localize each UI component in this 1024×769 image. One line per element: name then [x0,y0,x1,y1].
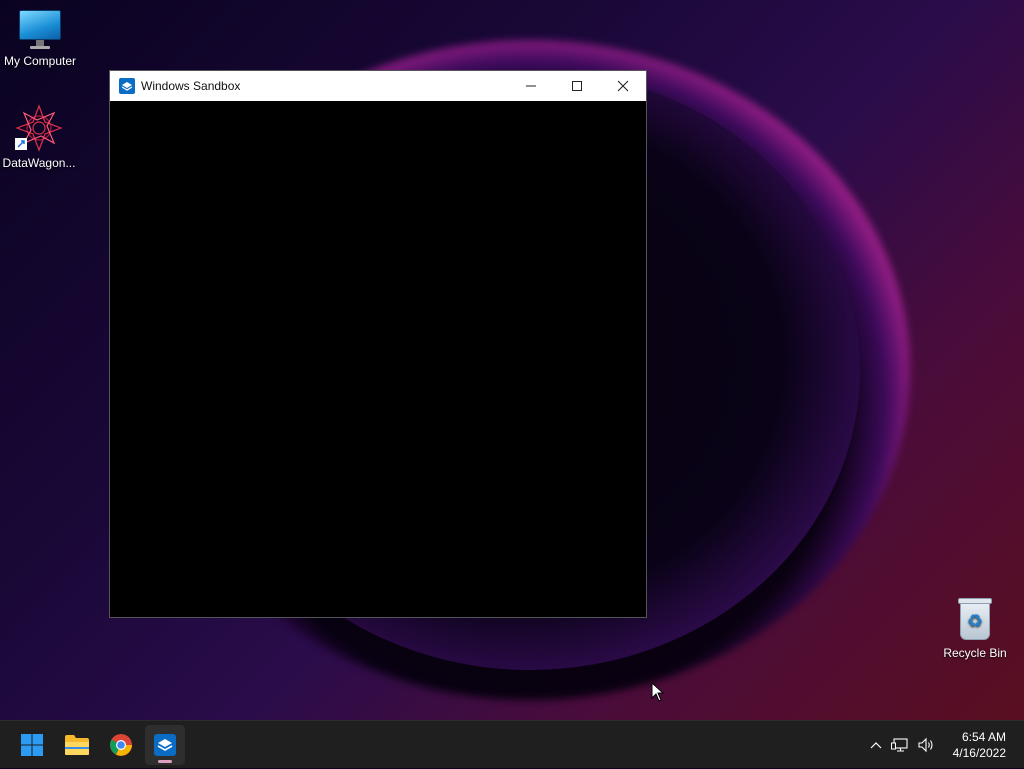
chevron-up-icon [870,742,882,749]
taskbar-chrome[interactable] [101,725,141,765]
minimize-button[interactable] [508,71,554,101]
volume-button[interactable] [914,737,938,753]
system-tray [866,721,938,769]
desktop-icon-label: DataWagon... [2,156,76,170]
desktop-icon-recycle-bin[interactable]: ♻ Recycle Bin [935,598,1015,660]
speaker-icon [918,737,933,753]
sandbox-window[interactable]: Windows Sandbox [109,70,647,618]
sandbox-client-area[interactable] [110,101,646,617]
clock-time: 6:54 AM [961,730,1006,744]
maximize-icon [572,81,582,91]
mouse-cursor-icon [651,682,665,702]
desktop-icon-label: Recycle Bin [943,646,1007,660]
taskbar-clock[interactable]: 6:54 AM 4/16/2022 [953,729,1006,761]
folder-icon [65,735,89,755]
maximize-button[interactable] [554,71,600,101]
network-icon [891,738,908,752]
desktop-icon-my-computer[interactable]: My Computer [0,10,80,68]
taskbar: 6:54 AM 4/16/2022 [0,720,1024,768]
start-button[interactable] [12,725,52,765]
window-titlebar[interactable]: Windows Sandbox [110,71,646,101]
taskbar-file-explorer[interactable] [57,725,97,765]
chrome-icon [110,734,132,756]
sandbox-icon [154,734,176,756]
network-button[interactable] [886,737,914,753]
window-title: Windows Sandbox [141,79,241,93]
show-hidden-icons-button[interactable] [866,741,886,749]
close-icon [617,80,629,92]
recycle-bin-icon: ♻ [956,598,994,642]
minimize-icon [526,85,536,87]
datawagon-icon [15,104,63,152]
taskbar-windows-sandbox[interactable] [145,725,185,765]
windows-start-icon [21,734,43,756]
close-button[interactable] [600,71,646,101]
desktop-icon-datawagon[interactable]: DataWagon... [0,104,79,170]
active-app-indicator [158,760,172,763]
sandbox-icon [119,78,135,94]
desktop-icon-label: My Computer [3,54,77,68]
clock-date: 4/16/2022 [952,746,1006,760]
monitor-icon [19,10,61,50]
